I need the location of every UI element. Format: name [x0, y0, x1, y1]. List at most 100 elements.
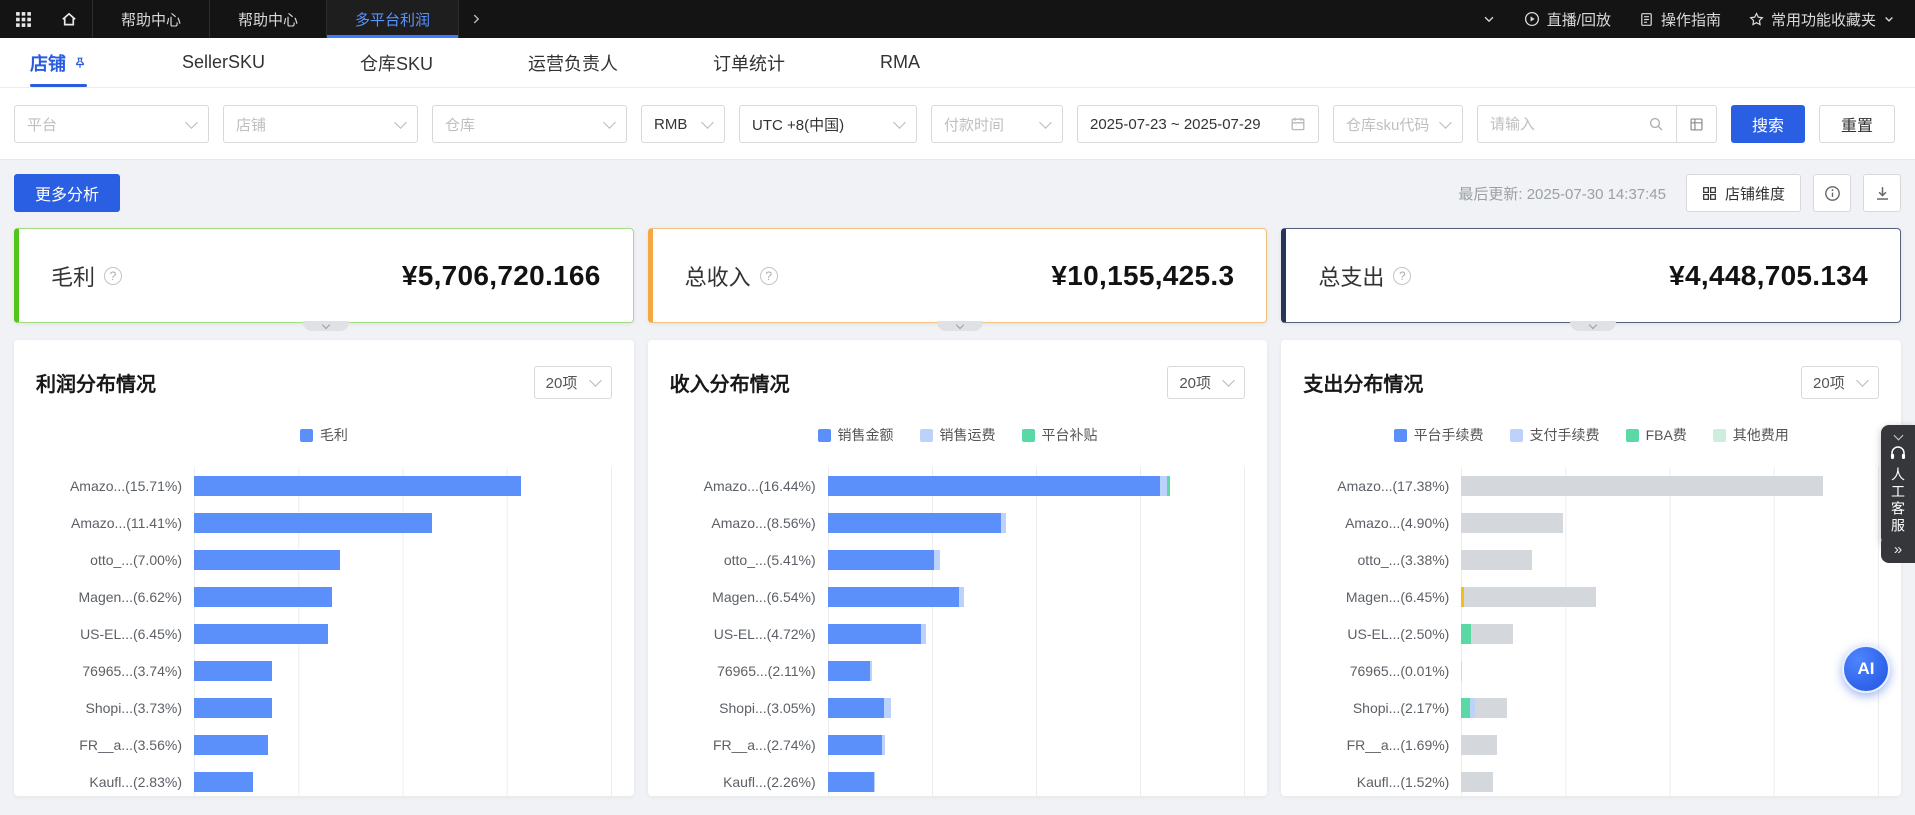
- bar-segment[interactable]: [828, 587, 959, 607]
- bar-segment[interactable]: [194, 513, 432, 533]
- keyword-input[interactable]: [1490, 116, 1630, 133]
- reset-button[interactable]: 重置: [1819, 105, 1895, 143]
- tab-seller-sku[interactable]: SellerSKU: [182, 38, 265, 87]
- bar-segment[interactable]: [1461, 772, 1493, 792]
- bar-segment[interactable]: [194, 476, 521, 496]
- legend-item[interactable]: 销售金额: [818, 425, 894, 445]
- platform-select[interactable]: 平台: [14, 105, 209, 143]
- kpi-expand-handle[interactable]: [1570, 321, 1616, 331]
- bar-segment[interactable]: [194, 624, 328, 644]
- legend-item[interactable]: 销售运费: [920, 425, 996, 445]
- bar-segment[interactable]: [934, 550, 940, 570]
- legend-item[interactable]: FBA费: [1626, 425, 1687, 445]
- top-n-select[interactable]: 20项: [534, 366, 612, 399]
- bar-segment[interactable]: [828, 550, 934, 570]
- live-replay-button[interactable]: 直播/回放: [1524, 9, 1611, 30]
- bar-segment[interactable]: [828, 624, 922, 644]
- bar-segment[interactable]: [828, 698, 884, 718]
- bar-segment[interactable]: [1464, 587, 1596, 607]
- bar-segment[interactable]: [1461, 698, 1469, 718]
- operation-guide-button[interactable]: 操作指南: [1639, 9, 1721, 30]
- tab-label: 仓库SKU: [360, 50, 433, 76]
- bar-segment[interactable]: [1461, 735, 1496, 755]
- bar-segment[interactable]: [828, 476, 1160, 496]
- topbar-tab-multi-platform-profit[interactable]: 多平台利润: [327, 0, 459, 38]
- bar-segment[interactable]: [870, 661, 871, 681]
- apps-grid-button[interactable]: [0, 0, 46, 38]
- bar-segment[interactable]: [1461, 550, 1531, 570]
- warehouse-select[interactable]: 仓库: [432, 105, 627, 143]
- tab-scroll-right-button[interactable]: [459, 0, 493, 38]
- calendar-icon: [1290, 116, 1306, 132]
- kpi-expand-handle[interactable]: [937, 321, 983, 331]
- bar-segment[interactable]: [874, 772, 875, 792]
- bar-segment[interactable]: [921, 624, 926, 644]
- chart-plot: Amazo...(15.71%)Amazo...(11.41%)otto_...…: [36, 467, 612, 796]
- sku-field-select[interactable]: 仓库sku代码: [1333, 105, 1463, 143]
- bar-segment[interactable]: [882, 735, 885, 755]
- more-analysis-button[interactable]: 更多分析: [14, 174, 120, 212]
- chart-plot: Amazo...(16.44%)Amazo...(8.56%)otto_...(…: [670, 467, 1246, 796]
- sidebar-collapse-button[interactable]: »: [1881, 535, 1915, 563]
- legend-item[interactable]: 平台补贴: [1022, 425, 1098, 445]
- help-icon[interactable]: ?: [760, 267, 778, 285]
- bar-segment[interactable]: [1475, 698, 1507, 718]
- bar-segment[interactable]: [884, 698, 891, 718]
- timezone-select[interactable]: UTC +8(中国): [739, 105, 917, 143]
- shop-select[interactable]: 店铺: [223, 105, 418, 143]
- tab-warehouse-sku[interactable]: 仓库SKU: [360, 38, 433, 87]
- tab-label: 订单统计: [713, 50, 785, 76]
- bar-segment[interactable]: [1471, 624, 1514, 644]
- ai-assistant-button[interactable]: AI: [1842, 645, 1890, 693]
- bar-segment[interactable]: [1001, 513, 1006, 533]
- bar-segment[interactable]: [1461, 513, 1563, 533]
- bar-segment[interactable]: [194, 661, 272, 681]
- bar-segment[interactable]: [194, 698, 272, 718]
- bar-label: Amazo...(8.56%): [670, 515, 828, 531]
- batch-input-button[interactable]: [1677, 105, 1717, 143]
- shop-dimension-button[interactable]: 店铺维度: [1686, 174, 1801, 212]
- bar-segment[interactable]: [194, 587, 332, 607]
- payment-time-select[interactable]: 付款时间: [931, 105, 1063, 143]
- favorites-menu[interactable]: 常用功能收藏夹: [1749, 9, 1895, 30]
- chart-title: 支出分布情况: [1303, 368, 1423, 397]
- legend-item[interactable]: 其他费用: [1713, 425, 1789, 445]
- bar-segment[interactable]: [959, 587, 964, 607]
- topbar-collapse-button[interactable]: [1482, 12, 1496, 26]
- topbar: 帮助中心 帮助中心 多平台利润 直播/回放 操作指南 常用功能收藏夹: [0, 0, 1915, 38]
- info-button[interactable]: [1813, 174, 1851, 212]
- top-n-select[interactable]: 20项: [1801, 366, 1879, 399]
- search-button[interactable]: 搜索: [1731, 105, 1805, 143]
- topbar-tab-help-2[interactable]: 帮助中心: [210, 0, 327, 38]
- bar-segment[interactable]: [1167, 476, 1170, 496]
- currency-select[interactable]: RMB: [641, 105, 725, 143]
- date-range-picker[interactable]: 2025-07-23 ~ 2025-07-29: [1077, 105, 1319, 143]
- bar-segment[interactable]: [828, 513, 1001, 533]
- bar-segment[interactable]: [194, 735, 268, 755]
- home-button[interactable]: [46, 0, 92, 38]
- tab-shop[interactable]: 店铺: [30, 38, 87, 87]
- top-n-select[interactable]: 20项: [1167, 366, 1245, 399]
- topbar-tab-help-1[interactable]: 帮助中心: [93, 0, 210, 38]
- bar-segment[interactable]: [1461, 476, 1823, 496]
- legend-item[interactable]: 平台手续费: [1394, 425, 1484, 445]
- bar-segment[interactable]: [1461, 624, 1470, 644]
- bar-segment[interactable]: [1461, 661, 1462, 681]
- help-icon[interactable]: ?: [104, 267, 122, 285]
- bar-segment[interactable]: [194, 772, 253, 792]
- download-button[interactable]: [1863, 174, 1901, 212]
- bar-label: Amazo...(4.90%): [1303, 515, 1461, 531]
- help-icon[interactable]: ?: [1393, 267, 1411, 285]
- tab-operation-manager[interactable]: 运营负责人: [528, 38, 618, 87]
- tab-order-stats[interactable]: 订单统计: [713, 38, 785, 87]
- bar-segment[interactable]: [1160, 476, 1167, 496]
- bar-segment[interactable]: [828, 772, 874, 792]
- bar-segment[interactable]: [828, 661, 871, 681]
- kpi-expand-handle[interactable]: [303, 321, 349, 331]
- tab-rma[interactable]: RMA: [880, 38, 920, 87]
- bar-segment[interactable]: [828, 735, 882, 755]
- legend-item[interactable]: 支付手续费: [1510, 425, 1600, 445]
- bar-segment[interactable]: [194, 550, 340, 570]
- legend-item[interactable]: 毛利: [300, 425, 348, 445]
- customer-service-widget[interactable]: 人工客服: [1881, 425, 1915, 545]
